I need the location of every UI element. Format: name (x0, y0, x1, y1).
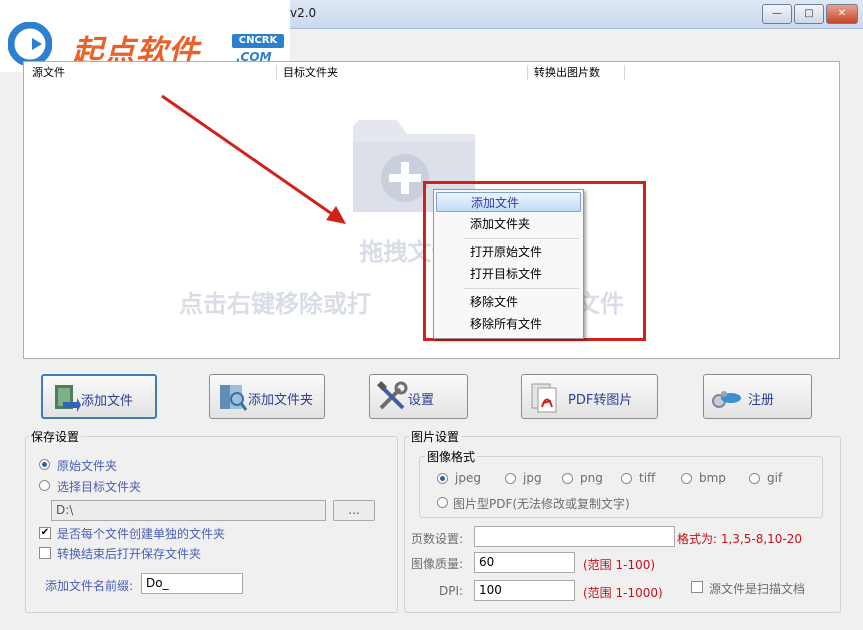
key-icon (712, 391, 741, 408)
pdf-file-icon (531, 383, 557, 413)
radio-image-pdf[interactable] (437, 497, 448, 508)
open-after-label: 转换结束后打开保存文件夹 (57, 547, 202, 561)
brand-logo-icon (8, 22, 52, 66)
add-file-icon (55, 385, 81, 412)
menu-separator (464, 238, 579, 239)
pages-label: 页数设置: (411, 532, 464, 546)
menu-item-open-target[interactable]: 打开目标文件 (436, 264, 581, 284)
window-title: v2.0 (290, 6, 317, 20)
checkbox-each-folder[interactable]: ✔ (39, 527, 51, 539)
column-header-image-count[interactable]: 转换出图片数 (528, 65, 625, 80)
quality-range: (范围 1-100) (583, 558, 656, 572)
dpi-label: DPI: (439, 584, 464, 598)
radio-target-folder[interactable] (39, 480, 50, 491)
format-tiff-label: tiff (639, 471, 656, 485)
save-settings-title: 保存设置 (29, 428, 82, 445)
watermark-badge: CNCRK (232, 34, 284, 48)
quality-input[interactable]: 60 (474, 552, 575, 573)
add-file-label: 添加文件 (81, 394, 134, 409)
dpi-range: (范围 1-1000) (583, 586, 663, 600)
column-header-target-folder[interactable]: 目标文件夹 (277, 65, 528, 80)
menu-item-remove-file[interactable]: 移除文件 (436, 292, 581, 312)
remove-hint-text: 点击右键移除或打 (179, 290, 371, 318)
radio-format-gif[interactable] (749, 473, 760, 484)
format-bmp-label: bmp (699, 471, 726, 485)
minimize-button[interactable]: — (762, 4, 792, 24)
menu-item-remove-all[interactable]: 移除所有文件 (436, 314, 581, 334)
format-jpg-label: jpg (523, 471, 542, 485)
radio-format-tiff[interactable] (621, 473, 632, 484)
radio-format-bmp[interactable] (681, 473, 692, 484)
target-folder-label: 选择目标文件夹 (57, 480, 142, 494)
quality-label: 图像质量: (411, 557, 464, 571)
dpi-input[interactable]: 100 (474, 580, 575, 601)
tools-icon (377, 381, 408, 410)
menu-item-add-folder[interactable]: 添加文件夹 (436, 214, 581, 234)
each-folder-label: 是否每个文件创建单独的文件夹 (57, 527, 226, 541)
radio-original-folder[interactable] (39, 459, 50, 470)
menu-item-open-original[interactable]: 打开原始文件 (436, 242, 581, 262)
add-folder-button[interactable]: 添加文件夹 (209, 374, 325, 419)
checkbox-scan-doc[interactable] (691, 581, 703, 593)
register-label: 注册 (748, 393, 775, 408)
radio-format-jpg[interactable] (505, 473, 516, 484)
checkbox-open-after[interactable] (39, 547, 51, 559)
pages-format-hint: 格式为: 1,3,5-8,10-20 (677, 532, 803, 546)
add-folder-icon (220, 385, 248, 411)
menu-separator (464, 288, 579, 289)
prefix-label: 添加文件名前缀: (45, 579, 134, 593)
browse-button[interactable]: ... (333, 500, 375, 521)
maximize-button[interactable]: □ (794, 4, 824, 24)
image-pdf-label: 图片型PDF(无法修改或复制文字) (453, 497, 630, 511)
original-folder-label: 原始文件夹 (57, 459, 118, 473)
image-format-title: 图像格式 (425, 448, 478, 465)
radio-format-jpeg[interactable] (437, 473, 448, 484)
pdf-to-image-button[interactable]: PDF转图片 (521, 374, 658, 419)
settings-label: 设置 (408, 393, 435, 408)
annotation-arrow-icon (161, 94, 346, 224)
settings-button[interactable]: 设置 (369, 374, 468, 419)
format-png-label: png (580, 471, 603, 485)
prefix-input[interactable]: Do_ (141, 573, 243, 594)
target-path-field[interactable]: D:\ (51, 500, 326, 521)
column-header-source[interactable]: 源文件 (26, 65, 277, 80)
pages-input[interactable] (474, 526, 675, 547)
image-settings-title: 图片设置 (409, 428, 462, 445)
radio-format-png[interactable] (562, 473, 573, 484)
context-menu[interactable]: 添加文件 添加文件夹 打开原始文件 打开目标文件 移除文件 移除所有文件 (433, 189, 584, 339)
add-file-button[interactable]: 添加文件 (41, 374, 157, 419)
add-folder-label: 添加文件夹 (248, 393, 314, 408)
register-button[interactable]: 注册 (703, 374, 812, 419)
menu-item-add-file[interactable]: 添加文件 (436, 192, 581, 212)
close-button[interactable]: ✕ (826, 4, 858, 24)
format-jpeg-label: jpeg (455, 471, 481, 485)
scan-doc-label: 源文件是扫描文档 (709, 582, 806, 596)
format-gif-label: gif (767, 471, 783, 485)
pdf-to-image-label: PDF转图片 (568, 393, 633, 408)
